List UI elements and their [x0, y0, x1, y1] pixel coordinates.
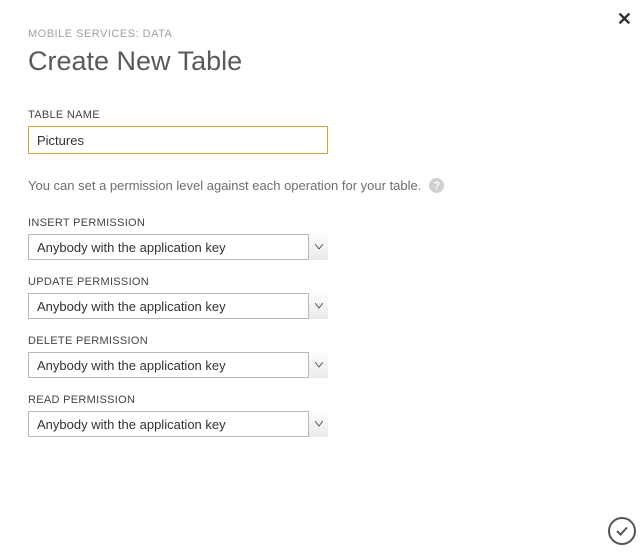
- close-button[interactable]: ✕: [613, 6, 636, 32]
- read-permission-select[interactable]: Anybody with the application key: [28, 411, 328, 437]
- dialog-content: MOBILE SERVICES: DATA Create New Table T…: [0, 0, 644, 437]
- breadcrumb: MOBILE SERVICES: DATA: [28, 28, 616, 40]
- confirm-button[interactable]: [608, 517, 636, 545]
- delete-permission-label: DELETE PERMISSION: [28, 335, 616, 347]
- read-permission-label: READ PERMISSION: [28, 394, 616, 406]
- update-permission-select[interactable]: Anybody with the application key: [28, 293, 328, 319]
- table-name-input[interactable]: [28, 126, 328, 154]
- table-name-label: TABLE NAME: [28, 109, 616, 121]
- insert-permission-label: INSERT PERMISSION: [28, 217, 616, 229]
- help-icon[interactable]: ?: [429, 178, 444, 193]
- close-icon: ✕: [617, 9, 632, 29]
- check-icon: [614, 523, 630, 539]
- delete-permission-select[interactable]: Anybody with the application key: [28, 352, 328, 378]
- permission-helper-text: You can set a permission level against e…: [28, 178, 421, 193]
- insert-permission-select[interactable]: Anybody with the application key: [28, 234, 328, 260]
- page-title: Create New Table: [28, 46, 616, 77]
- update-permission-label: UPDATE PERMISSION: [28, 276, 616, 288]
